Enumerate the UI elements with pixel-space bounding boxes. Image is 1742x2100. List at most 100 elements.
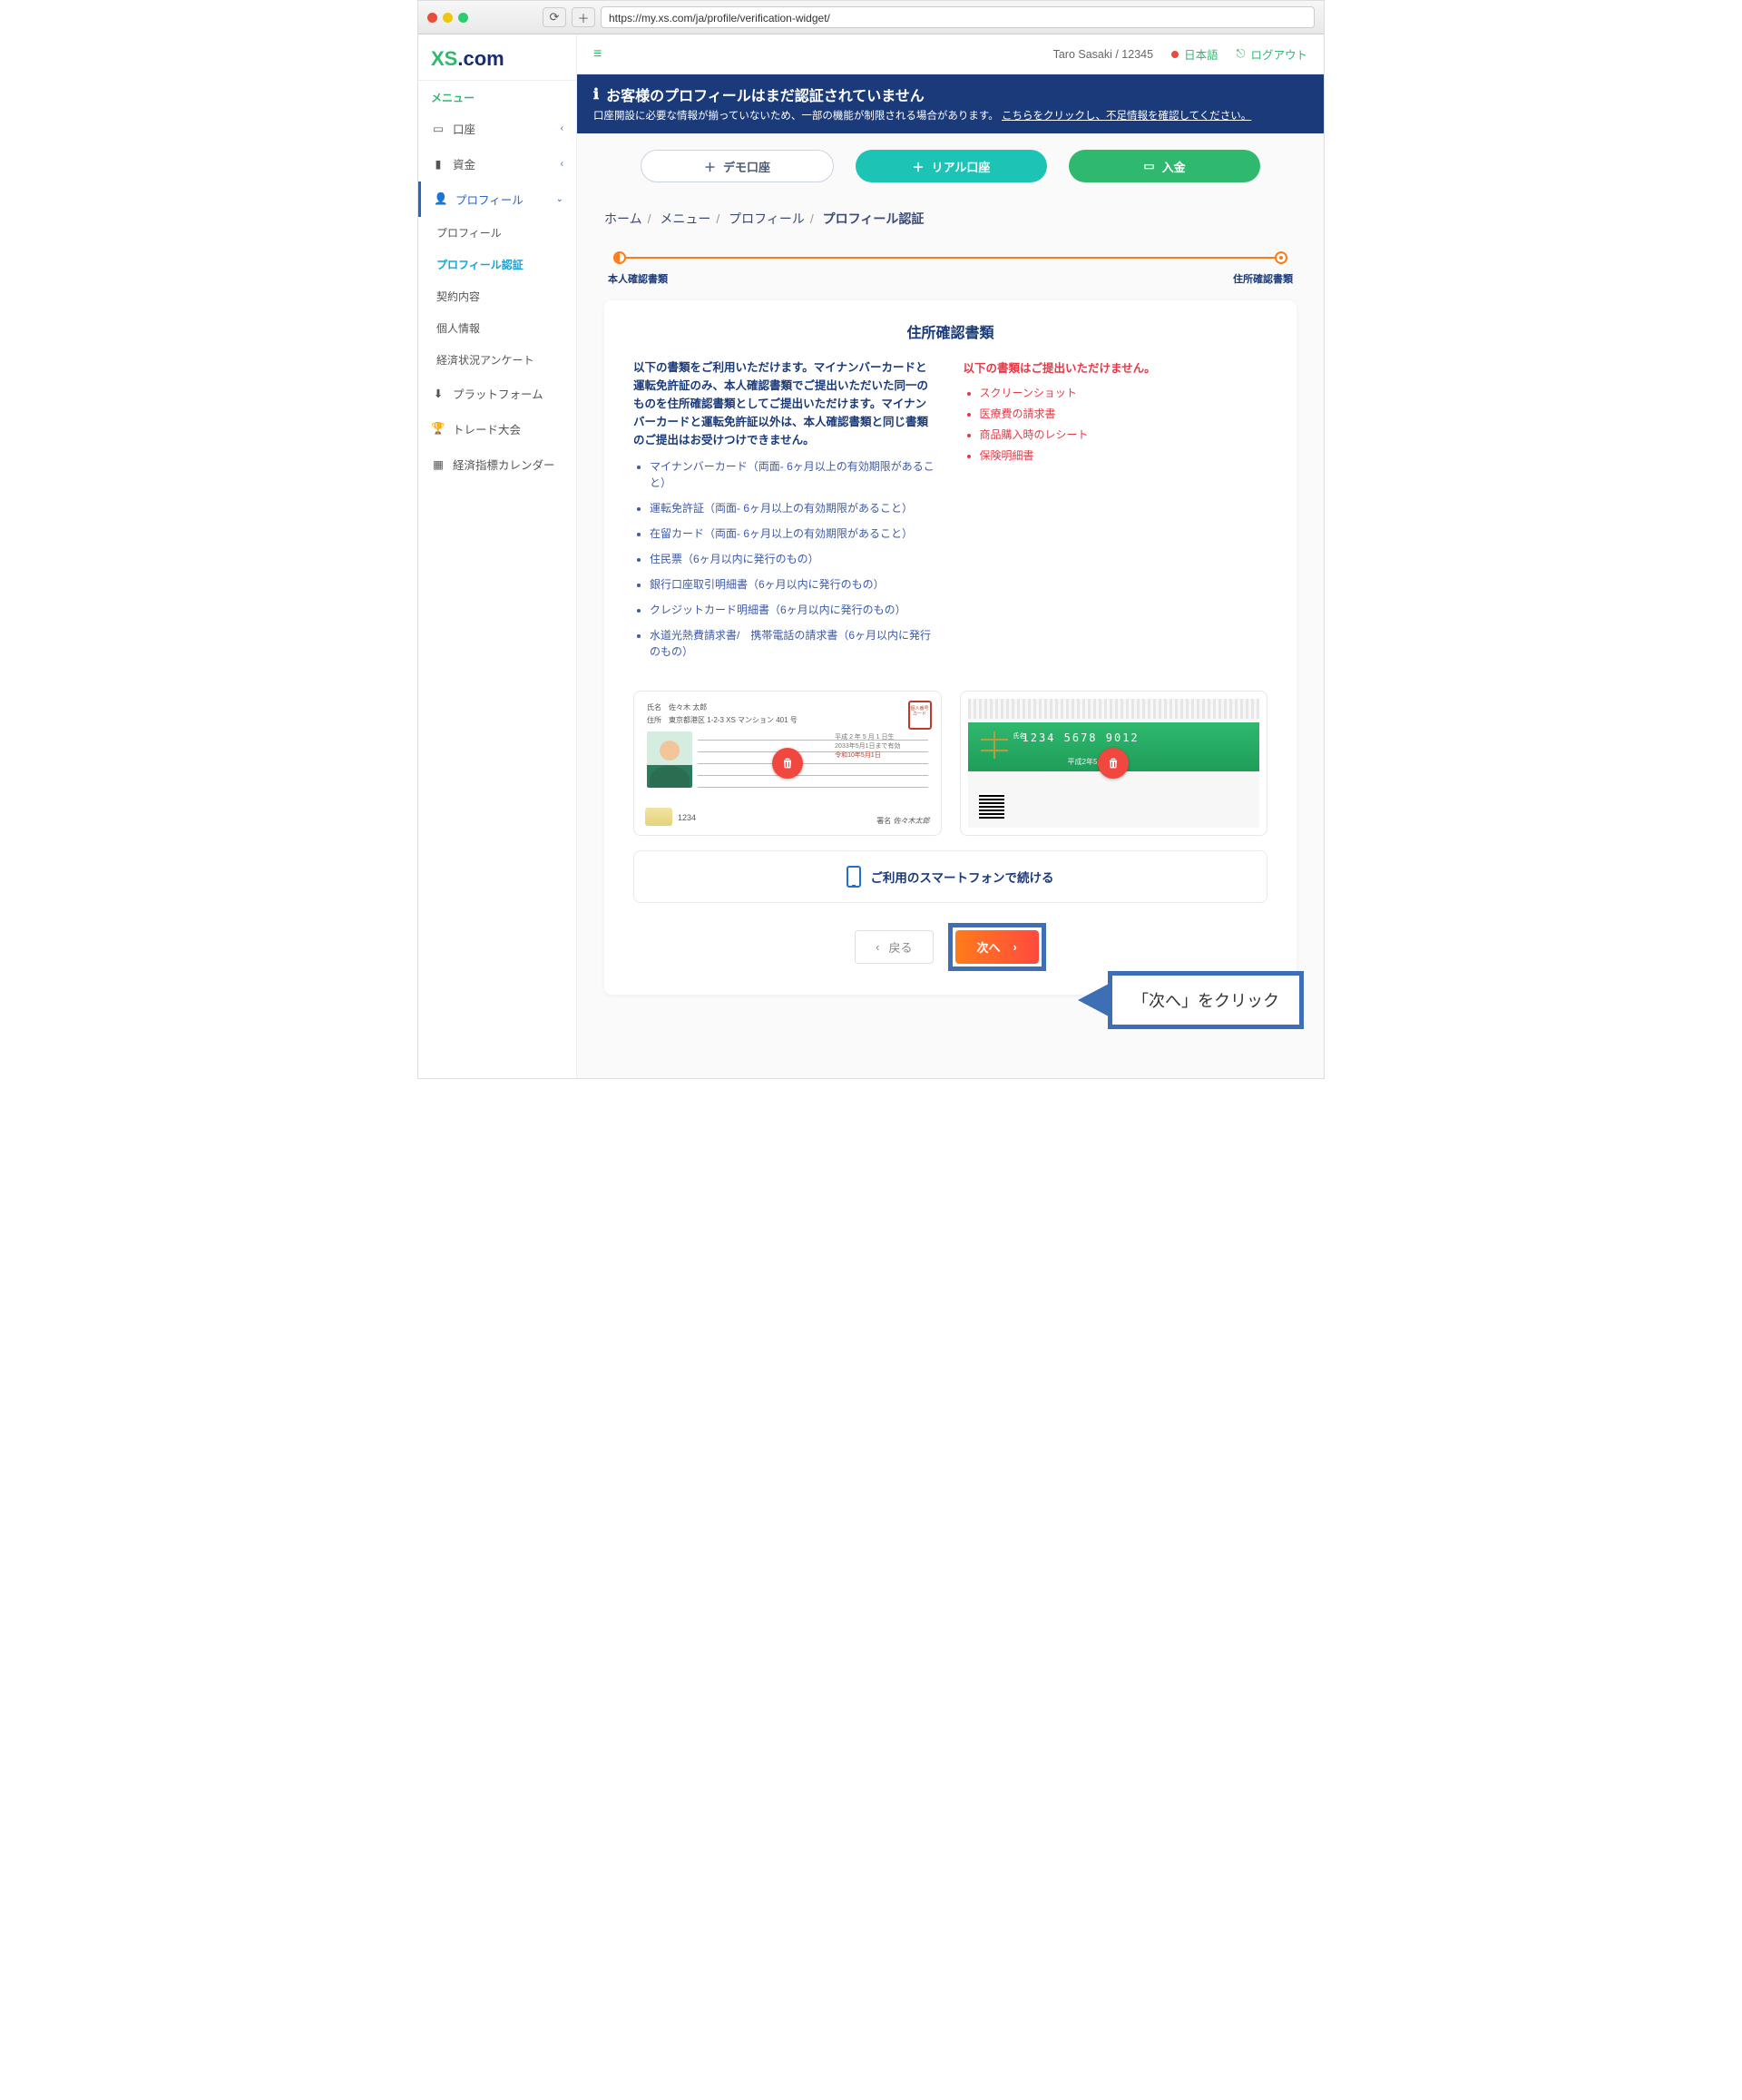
- sidebar-subitem-contract[interactable]: 契約内容: [418, 280, 576, 312]
- sidebar-subitem-econ[interactable]: 経済状況アンケート: [418, 344, 576, 376]
- breadcrumb-home[interactable]: ホーム: [604, 211, 642, 226]
- logo: XS.com: [418, 34, 576, 81]
- id-photo: [647, 731, 692, 788]
- language-label: 日本語: [1184, 45, 1218, 63]
- button-label: 次へ: [977, 938, 1001, 956]
- window-max-dot[interactable]: [458, 13, 468, 23]
- trophy-icon: 🏆: [431, 422, 445, 436]
- chevron-left-icon: ‹: [561, 159, 563, 169]
- smartphone-icon: [847, 866, 861, 888]
- url-input[interactable]: https://my.xs.com/ja/profile/verificatio…: [601, 6, 1315, 28]
- window-close-dot[interactable]: [427, 13, 437, 23]
- sidebar-subitem-profile[interactable]: プロフィール: [418, 217, 576, 249]
- sidebar-item-trade[interactable]: 🏆トレード大会: [418, 411, 576, 446]
- id-number: 1234: [678, 813, 696, 822]
- menu-label: メニュー: [418, 81, 576, 111]
- delete-doc-button[interactable]: [1098, 748, 1129, 779]
- info-icon: ℹ: [593, 85, 599, 103]
- chevron-left-icon: ‹: [876, 940, 879, 954]
- verification-notice: ℹ お客様のプロフィールはまだ認証されていません 口座開設に必要な情報が揃っていな…: [577, 74, 1324, 133]
- real-account-button[interactable]: ＋リアル口座: [856, 150, 1047, 182]
- sidebar-item-label: プロフィール: [455, 191, 524, 208]
- button-label: 戻る: [888, 938, 912, 956]
- back-button[interactable]: ‹ 戻る: [855, 930, 933, 964]
- step-1-indicator: [613, 251, 626, 264]
- id-back-number: 1234 5678 9012: [1023, 731, 1140, 744]
- sidebar-item-profile[interactable]: 👤 プロフィール ⌄: [418, 182, 576, 217]
- callout-text: 「次へ」をクリック: [1108, 971, 1304, 1029]
- list-item: 在留カード（両面- 6ヶ月以上の有効期限があること）: [650, 525, 938, 542]
- mynumber-stamp: 個人番号 カード: [908, 701, 932, 730]
- logo-xs: XS: [431, 47, 457, 70]
- acceptable-docs-list: マイナンバーカード（両面- 6ヶ月以上の有効期限があること） 運転免許証（両面-…: [633, 458, 938, 660]
- signout-label: ログアウト: [1250, 45, 1307, 63]
- plus-icon: ＋: [913, 158, 925, 175]
- step-line: [626, 257, 1275, 259]
- acceptable-docs-heading: 以下の書類をご利用いただけます。マイナンバーカードと運転免許証のみ、本人確認書類…: [633, 358, 938, 449]
- sidebar: XS.com メニュー ▭ 口座 ‹ ▮ 資金 ‹ 👤 プロフィール ⌄ プロフィール…: [418, 34, 577, 1078]
- wallet-icon: ▮: [431, 157, 445, 171]
- sidebar-item-calendar[interactable]: ▦ 経済指標カレンダー: [418, 446, 576, 482]
- list-item: スクリーンショット: [980, 385, 1268, 400]
- next-button-highlight: 次へ ›: [948, 923, 1046, 971]
- new-tab-button[interactable]: ＋: [572, 7, 595, 27]
- jp-flag-icon: [1171, 51, 1179, 58]
- list-item: 医療費の請求書: [980, 406, 1268, 421]
- unacceptable-docs-heading: 以下の書類はご提出いただけません。: [964, 358, 1268, 376]
- download-icon: ⬇: [431, 387, 445, 400]
- chevron-right-icon: ›: [1013, 940, 1017, 954]
- card-icon: ▭: [1143, 159, 1154, 173]
- notice-link[interactable]: こちらをクリックし、不足情報を確認してください。: [1002, 111, 1251, 122]
- breadcrumb-current: プロフィール認証: [823, 211, 925, 226]
- next-button[interactable]: 次へ ›: [955, 930, 1039, 964]
- breadcrumb-profile[interactable]: プロフィール: [729, 211, 805, 226]
- chevron-left-icon: ‹: [561, 123, 563, 133]
- sidebar-item-account[interactable]: ▭ 口座 ‹: [418, 111, 576, 146]
- verification-card: 住所確認書類 以下の書類をご利用いただけます。マイナンバーカードと運転免許証のみ…: [604, 300, 1297, 995]
- logo-dotcom: .com: [457, 47, 504, 70]
- sidebar-subitem-verification[interactable]: プロフィール認証: [418, 249, 576, 280]
- callout-arrow-icon: [1078, 984, 1109, 1016]
- list-item: 保険明細書: [980, 447, 1268, 463]
- delete-doc-button[interactable]: [772, 748, 803, 779]
- breadcrumb-menu[interactable]: メニュー: [660, 211, 710, 226]
- sidebar-item-label: 資金: [453, 155, 475, 172]
- uploaded-doc-back[interactable]: 氏名 1234 5678 9012 平成2年5月1日生: [960, 691, 1268, 836]
- demo-account-button[interactable]: ＋デモ口座: [641, 150, 834, 182]
- list-item: 水道光熱費請求書/ 携帯電話の請求書（6ヶ月以内に発行のもの）: [650, 627, 938, 660]
- ic-chip-icon: [981, 731, 1008, 759]
- window-min-dot[interactable]: [443, 13, 453, 23]
- button-label: 入金: [1162, 158, 1186, 175]
- list-item: 運転免許証（両面- 6ヶ月以上の有効期限があること）: [650, 500, 938, 516]
- language-selector[interactable]: 日本語: [1171, 45, 1218, 63]
- sidebar-item-funds[interactable]: ▮ 資金 ‹: [418, 146, 576, 182]
- signout-icon: ⎋: [1237, 47, 1246, 61]
- list-item: 商品購入時のレシート: [980, 427, 1268, 442]
- sidebar-item-platform[interactable]: ⬇ プラットフォーム: [418, 376, 576, 411]
- chevron-down-icon: ⌄: [556, 194, 563, 204]
- notice-title-text: お客様のプロフィールはまだ認証されていません: [606, 83, 925, 105]
- id-addr-label: 住所: [647, 716, 661, 724]
- plus-icon: ＋: [704, 158, 716, 175]
- barcode-strip: [968, 699, 1260, 719]
- list-item: クレジットカード明細書（6ヶ月以内に発行のもの）: [650, 602, 938, 618]
- sidebar-item-label: 経済指標カレンダー: [453, 456, 555, 473]
- deposit-button[interactable]: ▭ 入金: [1069, 150, 1260, 182]
- sidebar-subitem-personal[interactable]: 個人情報: [418, 312, 576, 344]
- step-2-label: 住所確認書類: [1233, 271, 1293, 286]
- notice-subtext: 口座開設に必要な情報が揃っていないため、一部の機能が制限される場合があります。: [593, 111, 1002, 122]
- reload-button[interactable]: ⟳: [543, 7, 566, 27]
- signout-link[interactable]: ⎋ ログアウト: [1237, 45, 1307, 63]
- user-icon: ▭: [431, 122, 445, 135]
- topbar: ≡ Taro Sasaki / 12345 日本語 ⎋ログアウト: [577, 34, 1324, 74]
- sidebar-item-label: プラットフォーム: [453, 385, 543, 402]
- calendar-icon: ▦: [431, 457, 445, 471]
- stepper: [604, 246, 1297, 268]
- sidebar-item-label: 口座: [453, 120, 475, 137]
- hamburger-icon[interactable]: ≡: [593, 46, 602, 63]
- ic-chip-icon: [645, 808, 672, 826]
- person-icon: 👤: [434, 192, 448, 206]
- continue-on-smartphone[interactable]: ご利用のスマートフォンで続ける: [633, 850, 1267, 903]
- uploaded-doc-front[interactable]: 氏名 佐々木 太郎 住所 東京都港区 1-2-3 XS マンション 401 号: [633, 691, 942, 836]
- trash-icon: [1106, 756, 1121, 770]
